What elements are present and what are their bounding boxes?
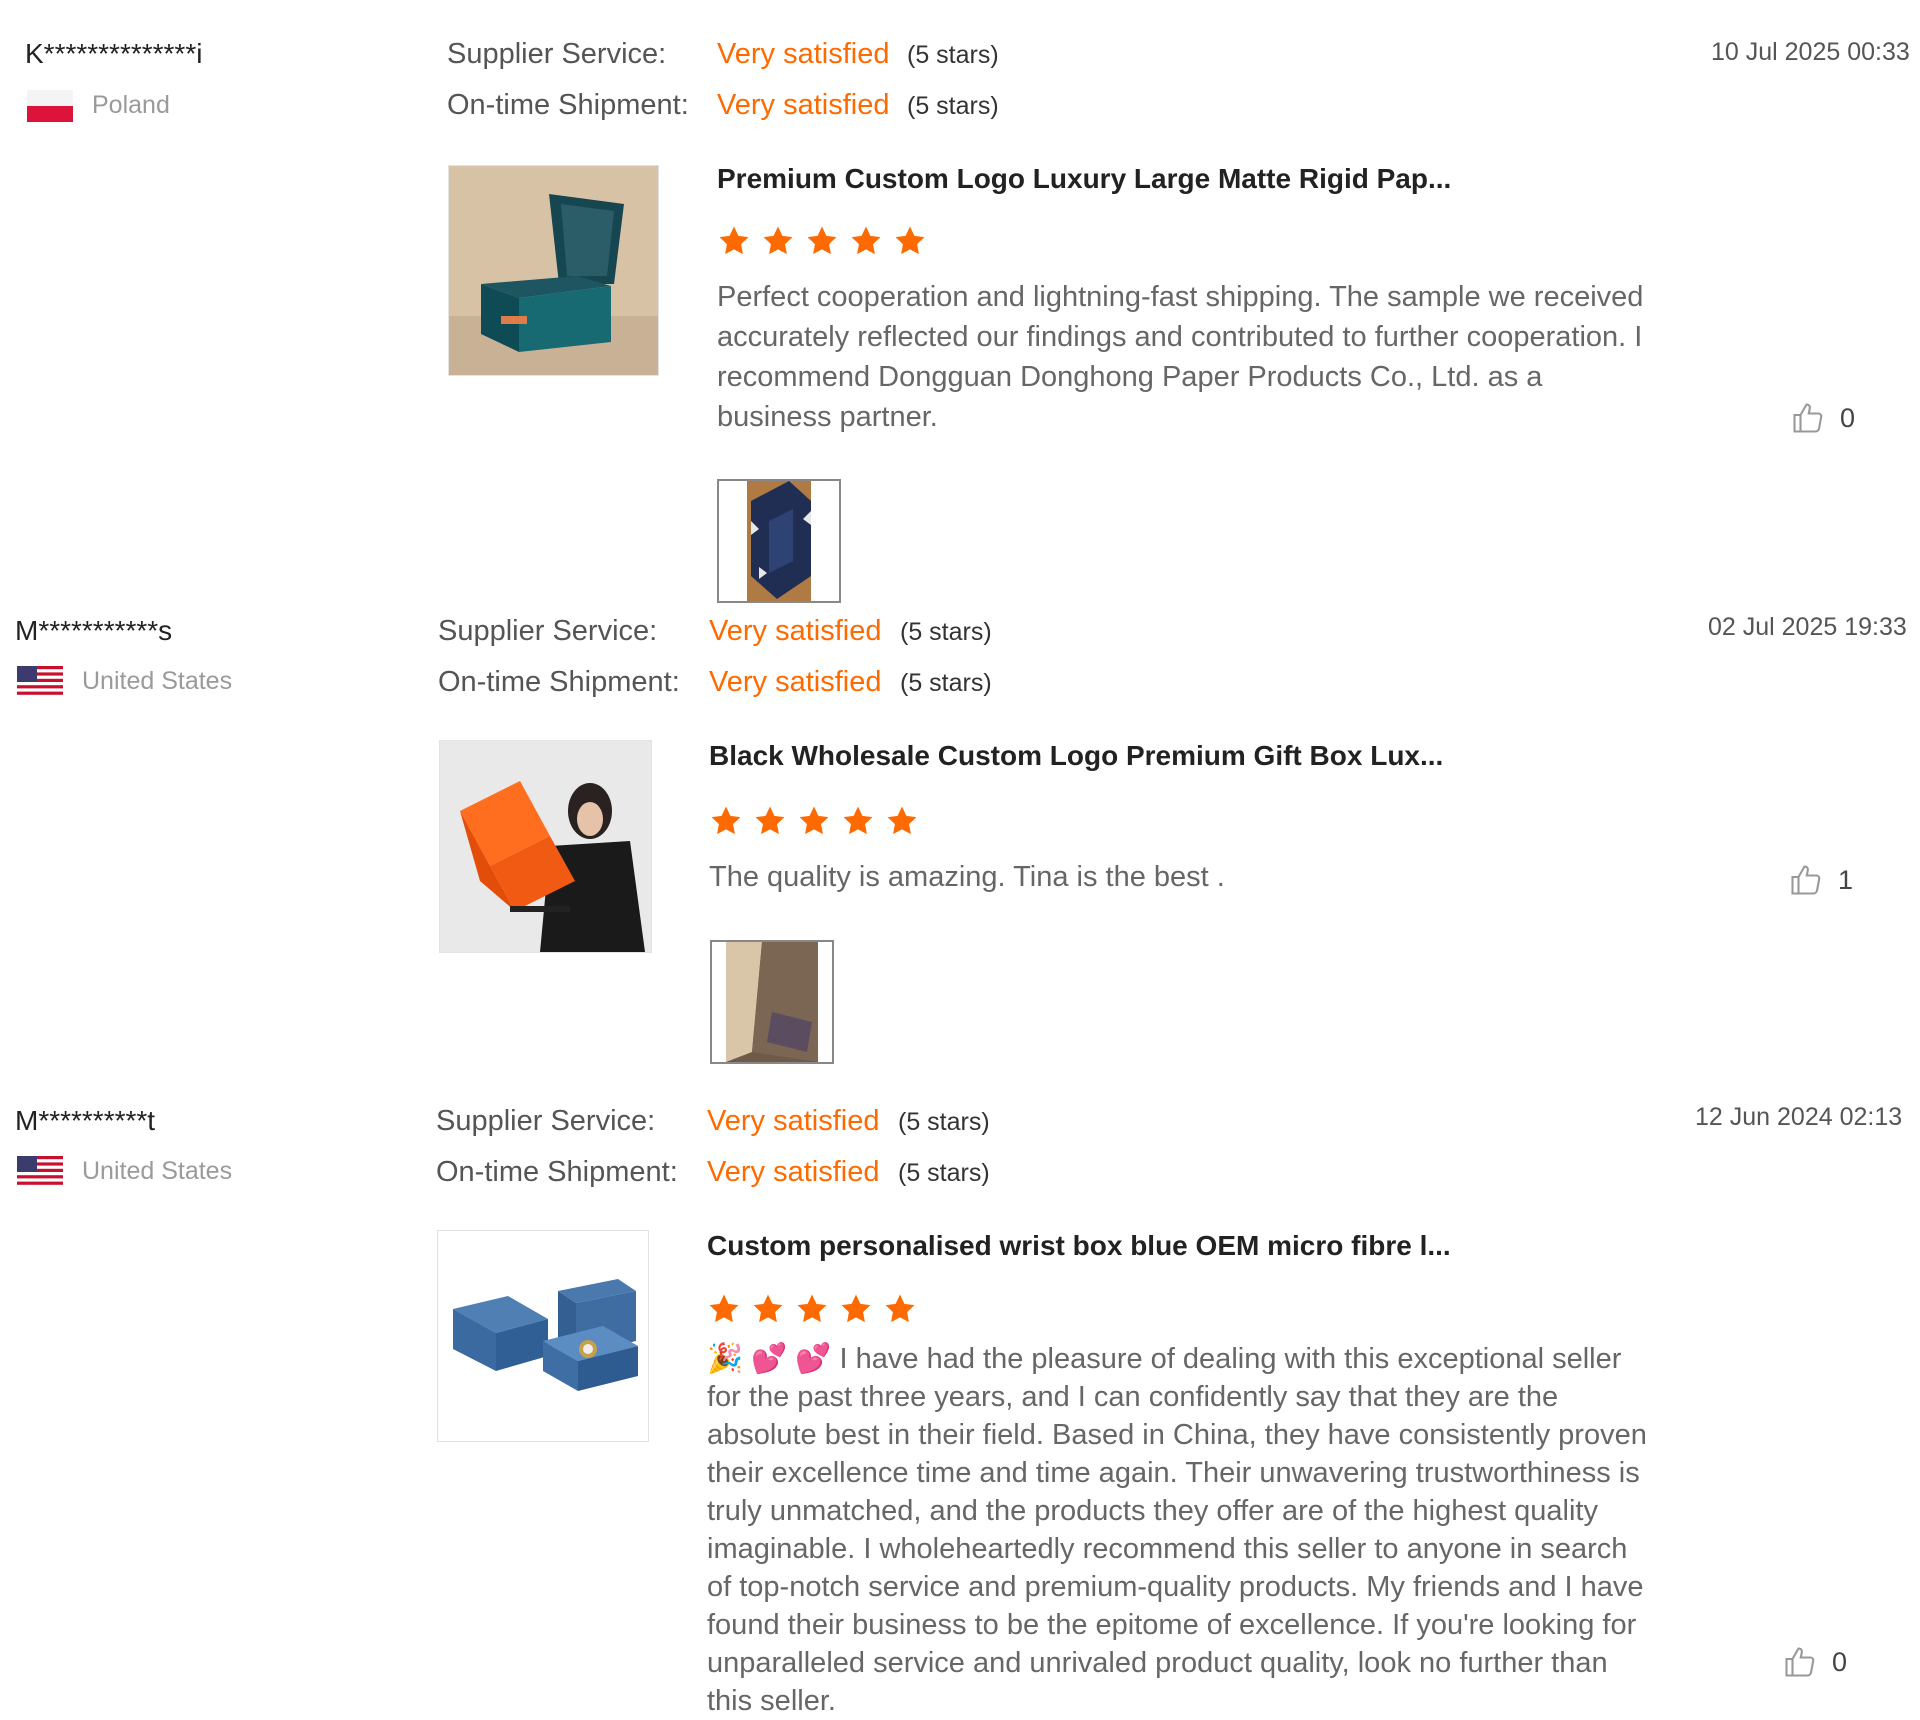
star-icon (753, 1294, 783, 1323)
product-title-link[interactable]: Premium Custom Logo Luxury Large Matte R… (717, 163, 1451, 195)
product-thumbnail[interactable] (448, 165, 659, 376)
star-icon (711, 806, 741, 835)
like-count: 0 (1840, 402, 1856, 433)
supplier-service-rating: Very satisfied (717, 38, 890, 70)
star-icon (807, 226, 837, 255)
us-flag (17, 1156, 63, 1188)
star-icon (843, 806, 873, 835)
ontime-shipment-stars: (5 stars) (907, 92, 999, 120)
thumbs-up-icon (1785, 1647, 1815, 1677)
product-thumbnail[interactable] (439, 740, 652, 953)
review-date: 02 Jul 2025 19:33 (1708, 613, 1907, 641)
review-text-block: 🎉 💕 💕 I have had the pleasure of dealing… (707, 1340, 1652, 1720)
star-icon (885, 1294, 915, 1323)
like-button[interactable]: 0 (1790, 400, 1855, 436)
ontime-shipment-label: On-time Shipment: (447, 89, 689, 121)
review-photo[interactable] (710, 940, 834, 1064)
review-emojis: 🎉 💕 💕 (707, 1343, 832, 1375)
supplier-service-label: Supplier Service: (438, 615, 658, 647)
supplier-service-stars: (5 stars) (898, 1108, 990, 1136)
star-icon (755, 806, 785, 835)
reviewer-name: M**********t (15, 1105, 156, 1136)
ontime-shipment-stars: (5 stars) (898, 1159, 990, 1187)
star-icon (887, 806, 917, 835)
ontime-shipment-rating: Very satisfied (707, 1156, 880, 1188)
ontime-shipment-label: On-time Shipment: (436, 1156, 678, 1188)
review-date: 12 Jun 2024 02:13 (1695, 1103, 1903, 1131)
ontime-shipment-rating: Very satisfied (709, 666, 882, 698)
like-button[interactable]: 1 (1788, 862, 1853, 898)
reviewer-country: United States (82, 1157, 233, 1185)
reviewer-name: M***********s (15, 615, 173, 646)
star-icon (841, 1294, 871, 1323)
like-count: 0 (1832, 1646, 1848, 1677)
review-star-rating (709, 804, 919, 838)
review-star-rating (707, 1292, 917, 1326)
like-count: 1 (1838, 864, 1854, 895)
review-star-rating (717, 224, 927, 258)
product-title-link[interactable]: Custom personalised wrist box blue OEM m… (707, 1230, 1451, 1262)
star-icon (851, 226, 881, 255)
supplier-service-rating: Very satisfied (709, 615, 882, 647)
star-icon (763, 226, 793, 255)
us-flag (17, 666, 63, 698)
thumbs-up-icon (1793, 403, 1823, 433)
thumbs-up-icon (1791, 865, 1821, 895)
star-icon (799, 806, 829, 835)
product-title-link[interactable]: Black Wholesale Custom Logo Premium Gift… (709, 740, 1443, 772)
ontime-shipment-stars: (5 stars) (900, 669, 992, 697)
star-icon (797, 1294, 827, 1323)
review-item: M**********t United States Supplier Serv… (0, 1090, 1920, 1717)
reviewer-name: K**************i (25, 38, 203, 69)
poland-flag (27, 90, 73, 122)
star-icon (719, 226, 749, 255)
like-button[interactable]: 0 (1782, 1644, 1847, 1680)
review-item: K**************i Poland Supplier Service… (0, 0, 1920, 603)
product-thumbnail[interactable] (437, 1230, 649, 1442)
reviewer-country: United States (82, 667, 233, 695)
review-text: Perfect cooperation and lightning-fast s… (717, 281, 1644, 433)
review-item: M***********s United States Supplier Ser… (0, 600, 1920, 1090)
supplier-service-stars: (5 stars) (900, 618, 992, 646)
reviewer-country: Poland (92, 91, 170, 119)
supplier-service-rating: Very satisfied (707, 1105, 880, 1137)
supplier-service-stars: (5 stars) (907, 41, 999, 69)
ontime-shipment-rating: Very satisfied (717, 89, 890, 121)
supplier-service-label: Supplier Service: (436, 1105, 656, 1137)
ontime-shipment-label: On-time Shipment: (438, 666, 680, 698)
review-photo[interactable] (717, 479, 841, 603)
supplier-service-label: Supplier Service: (447, 38, 667, 70)
review-text: The quality is amazing. Tina is the best… (709, 861, 1225, 893)
review-text: I have had the pleasure of dealing with … (707, 1343, 1647, 1717)
review-date: 10 Jul 2025 00:33 (1711, 38, 1910, 66)
star-icon (709, 1294, 739, 1323)
star-icon (895, 226, 925, 255)
